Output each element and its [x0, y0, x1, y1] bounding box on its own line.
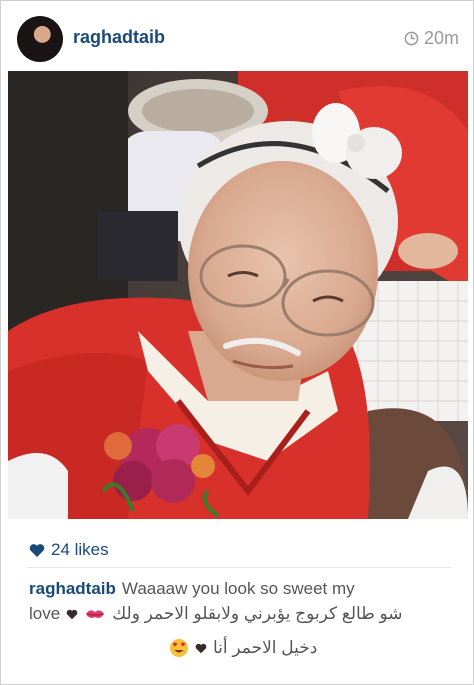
heart-emoji-icon	[66, 609, 78, 619]
time-ago-label: 20m	[423, 28, 459, 48]
caption-username[interactable]: raghadtaib	[29, 579, 116, 598]
post-timestamp: 20m	[404, 28, 459, 49]
photo-illustration	[8, 71, 468, 519]
heart-emoji-icon-2	[195, 643, 207, 653]
caption-text-arabic-1: شو طالع كربوج يؤبرني ولابقلو الاحمر ولك	[112, 604, 403, 623]
profile-avatar[interactable]	[17, 16, 63, 62]
clock-icon	[404, 31, 419, 46]
caption-line-1: raghadtaib Waaaaw you look so sweet my	[29, 579, 355, 599]
likes-label: 24 likes	[51, 540, 109, 559]
caption-line-2: love شو طالع كربوج يؤبرني ولابقلو الاحمر…	[29, 604, 449, 624]
caption-text-arabic-2: دخيل الاحمر أنا	[213, 638, 318, 657]
instagram-post-card: raghadtaib 20m 24 likes raghadtaib Waaaa…	[0, 0, 474, 685]
likes-count[interactable]: 24 likes	[29, 540, 109, 560]
post-photo[interactable]	[8, 71, 468, 519]
post-username[interactable]: raghadtaib	[73, 27, 165, 48]
heart-eyes-emoji-icon	[170, 639, 188, 657]
caption-love-word: love	[29, 604, 61, 623]
kiss-mark-emoji-icon	[86, 610, 105, 618]
caption-line-3: دخيل الاحمر أنا	[169, 638, 317, 658]
heart-icon	[29, 543, 45, 557]
divider	[27, 567, 451, 568]
post-header: raghadtaib 20m	[1, 1, 473, 69]
caption-text-english: Waaaaw you look so sweet my	[121, 579, 355, 598]
